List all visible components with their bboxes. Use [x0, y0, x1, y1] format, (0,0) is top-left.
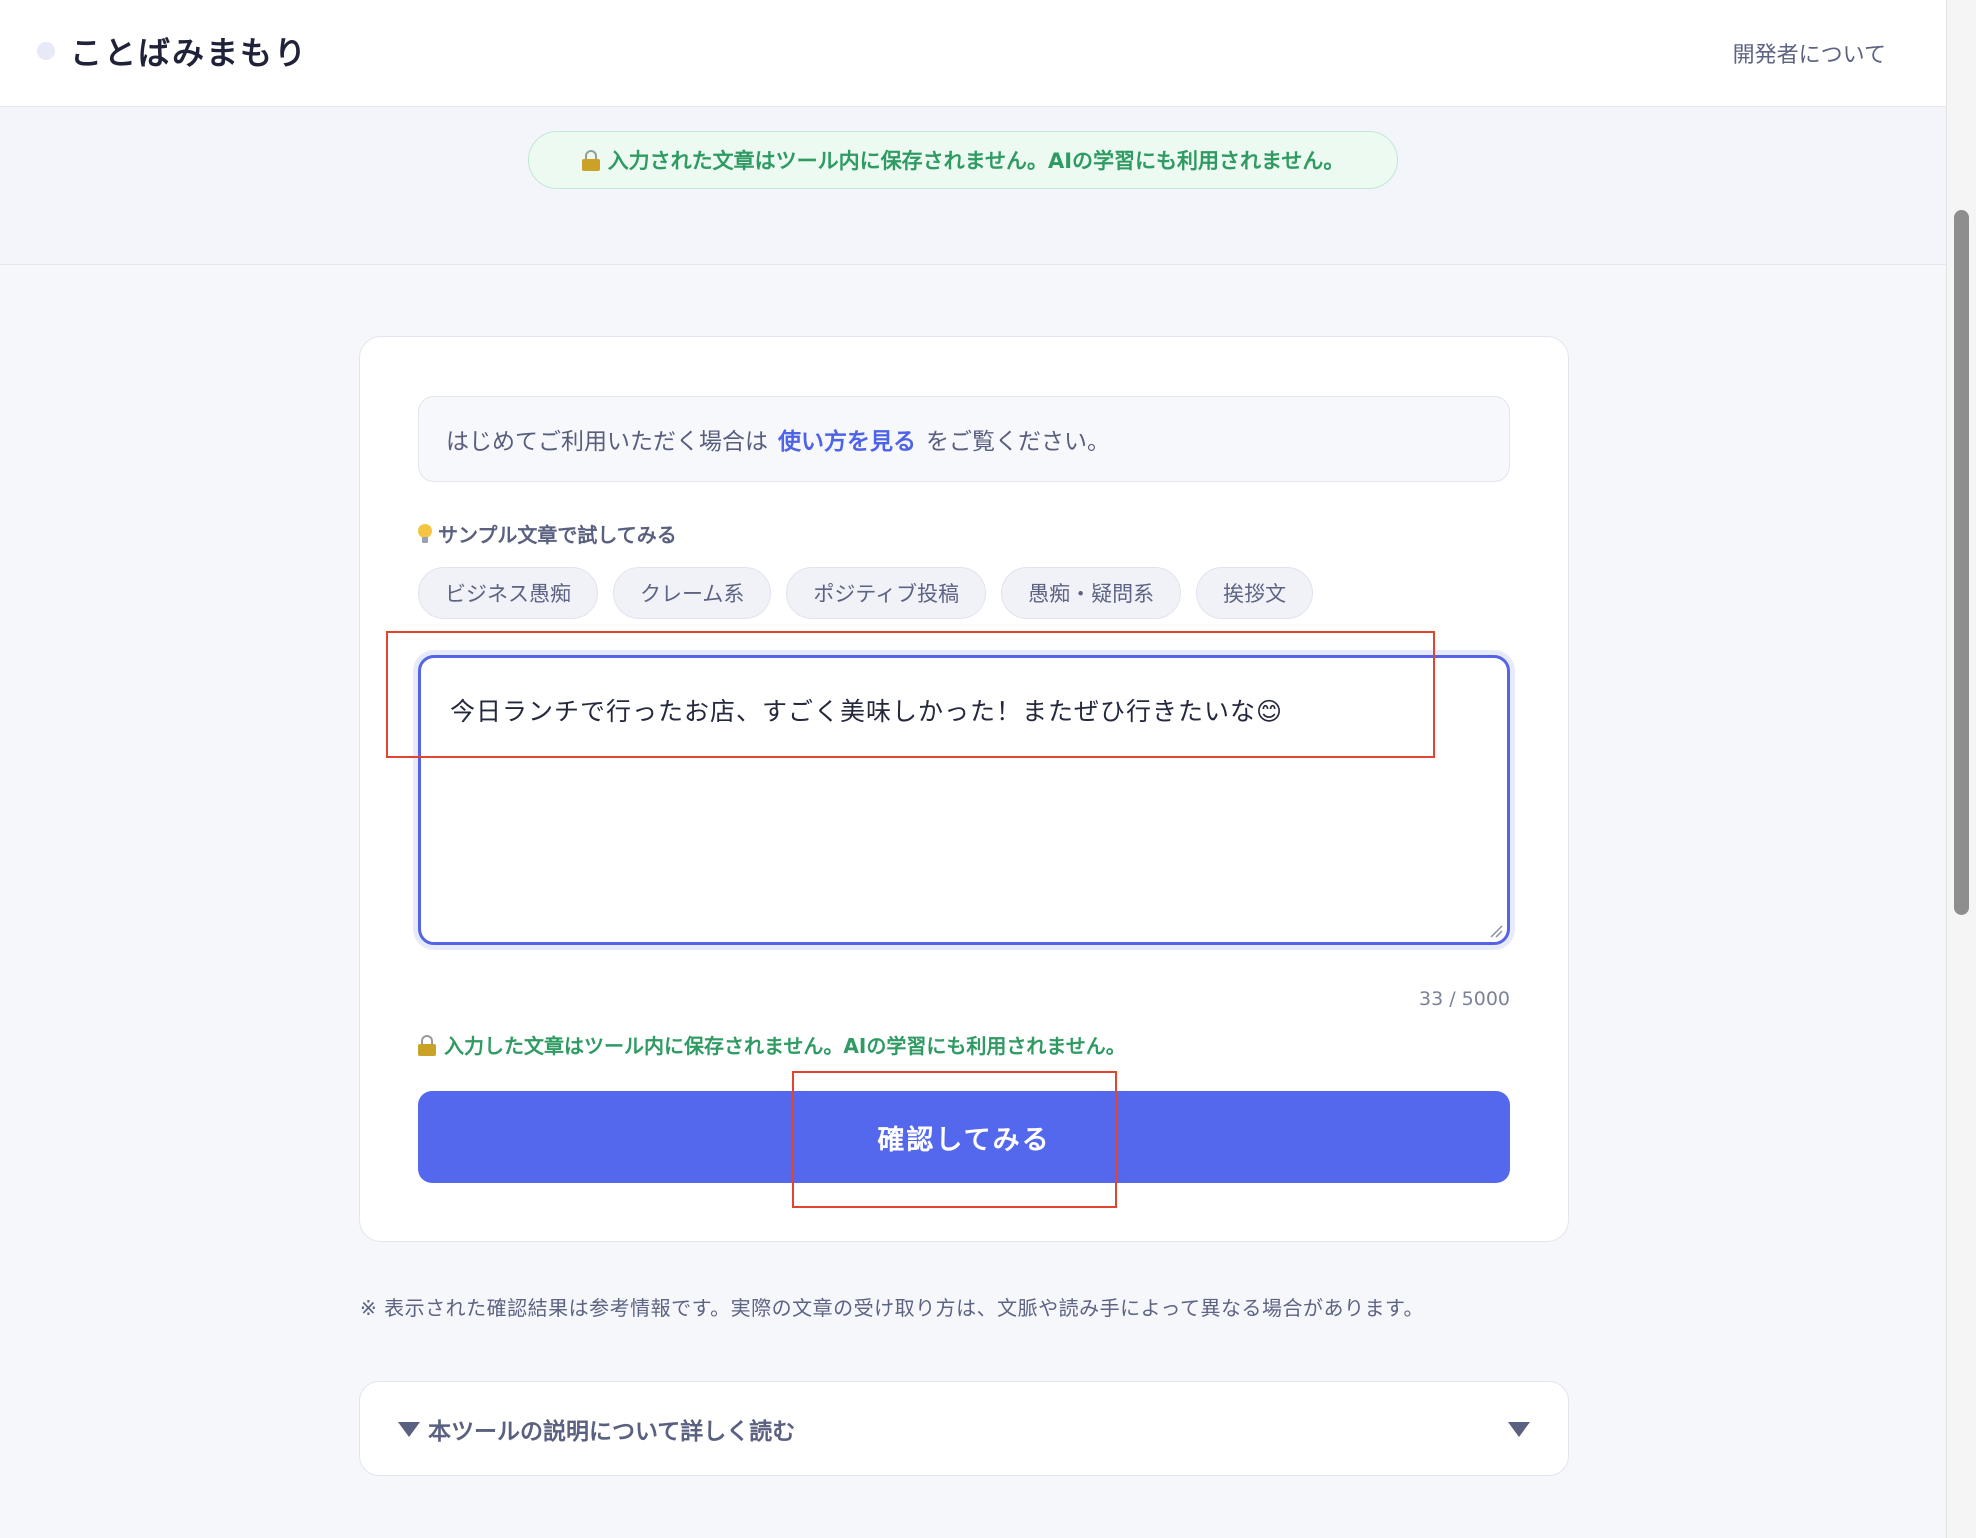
privacy-banner-text: 入力された文章はツール内に保存されません。AIの学習にも利用されません。 — [607, 149, 1345, 173]
char-counter: 33 / 5000 — [1418, 988, 1510, 1010]
disclaimer-text: ※ 表示された確認結果は参考情報です。実際の文章の受け取り方は、文脈や読み手によ… — [360, 1296, 1425, 1320]
details-label-text: 本ツールの説明について詳しく読む — [428, 1419, 796, 1445]
about-developer-link[interactable]: 開発者について — [1733, 37, 1886, 69]
checker-card: はじめてご利用いただく場合は 使い方を見る をご覧ください。 サンプル文章で試し… — [359, 336, 1569, 1242]
privacy-note-text: 入力した文章はツール内に保存されません。AIの学習にも利用されません。 — [444, 1034, 1126, 1058]
sample-label-text: サンプル文章で試してみる — [438, 523, 677, 547]
details-label: 本ツールの説明について詳しく読む — [398, 1412, 795, 1446]
logo-dot-icon — [37, 42, 55, 60]
sample-chip-complaint-question[interactable]: 愚痴・疑問系 — [1001, 567, 1182, 619]
scrollbar-thumb[interactable] — [1954, 210, 1969, 915]
how-to-use-link[interactable]: 使い方を見る — [778, 422, 916, 456]
confirm-button[interactable]: 確認してみる — [418, 1091, 1510, 1183]
sample-chip-greeting[interactable]: 挨拶文 — [1196, 567, 1314, 619]
text-input-area[interactable]: 今日ランチで行ったお店、すごく美味しかった！またぜひ行きたいな😊 — [418, 655, 1510, 945]
sample-chips: ビジネス愚痴 クレーム系 ポジティブ投稿 愚痴・疑問系 挨拶文 — [418, 567, 1314, 619]
page: ことばみまもり 開発者について 入力された文章はツール内に保存されません。AIの… — [0, 0, 1976, 1538]
lock-icon — [581, 150, 600, 171]
lock-icon — [418, 1034, 436, 1056]
site-header: ことばみまもり 開発者について — [0, 0, 1946, 107]
intro-suffix: をご覧ください。 — [926, 429, 1110, 455]
sample-chip-business-complaint[interactable]: ビジネス愚痴 — [418, 567, 598, 619]
chevron-down-icon[interactable] — [1508, 1422, 1530, 1437]
text-input-value: 今日ランチで行ったお店、すごく美味しかった！またぜひ行きたいな😊 — [450, 697, 1284, 726]
site-logo[interactable]: ことばみまもり — [70, 28, 308, 74]
intro-notice: はじめてご利用いただく場合は 使い方を見る をご覧ください。 — [418, 396, 1510, 482]
sample-chip-positive-post[interactable]: ポジティブ投稿 — [786, 567, 987, 619]
triangle-down-icon — [398, 1421, 420, 1437]
intro-prefix: はじめてご利用いただく場合は — [446, 429, 768, 455]
lightbulb-icon — [418, 523, 432, 544]
privacy-banner-section: 入力された文章はツール内に保存されません。AIの学習にも利用されません。 — [0, 107, 1946, 265]
privacy-note: 入力した文章はツール内に保存されません。AIの学習にも利用されません。 — [418, 1030, 1126, 1059]
resize-handle-icon[interactable] — [1489, 924, 1503, 938]
sample-section-label: サンプル文章で試してみる — [418, 519, 677, 548]
privacy-banner: 入力された文章はツール内に保存されません。AIの学習にも利用されません。 — [528, 131, 1398, 189]
details-toggle[interactable]: 本ツールの説明について詳しく読む — [359, 1381, 1569, 1476]
sample-chip-claim[interactable]: クレーム系 — [613, 567, 772, 619]
